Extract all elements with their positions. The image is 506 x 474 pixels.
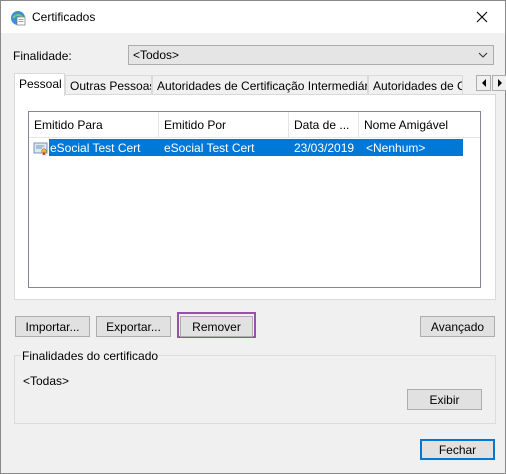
column-issued-to[interactable]: Emitido Para	[29, 112, 159, 137]
column-label: Emitido Por	[164, 118, 227, 132]
tab-root-cas[interactable]: Autoridades de Ce	[368, 75, 463, 94]
tab-scroll-right-button[interactable]	[492, 75, 506, 91]
column-friendly-name[interactable]: Nome Amigável	[359, 112, 479, 137]
tab-label: Autoridades de Ce	[373, 79, 463, 93]
tab-label: Autoridades de Certificação Intermediári…	[157, 79, 368, 93]
tab-scroll-left-button[interactable]	[476, 75, 491, 91]
arrow-left-icon	[481, 79, 486, 87]
table-row[interactable]: eSocial Test Cert eSocial Test Cert 23/0…	[31, 139, 478, 156]
certificate-icon	[33, 142, 48, 156]
cell-friendly-name: <Nenhum>	[359, 139, 463, 156]
advanced-button[interactable]: Avançado	[420, 316, 495, 337]
chevron-down-icon	[478, 52, 488, 58]
close-button[interactable]: Fechar	[420, 439, 495, 460]
purpose-select[interactable]: <Todos>	[128, 45, 494, 65]
remove-button[interactable]: Remover	[180, 316, 253, 337]
title-bar[interactable]: Certificados	[1, 1, 505, 33]
cell-issued-by: eSocial Test Cert	[159, 139, 289, 156]
certificate-list[interactable]: Emitido Para Emitido Por Data de ... Nom…	[28, 111, 481, 288]
column-label: Nome Amigável	[364, 118, 449, 132]
import-button[interactable]: Importar...	[15, 316, 90, 337]
certificates-window: Certificados Finalidade: <Todos> Pessoal…	[0, 0, 506, 474]
column-issued-by[interactable]: Emitido Por	[159, 112, 289, 137]
cell-issued-to: eSocial Test Cert	[49, 139, 159, 156]
export-button[interactable]: Exportar...	[96, 316, 171, 337]
tab-other-people[interactable]: Outras Pessoas	[65, 75, 152, 94]
arrow-right-icon	[497, 79, 502, 87]
tab-personal[interactable]: Pessoal	[14, 73, 65, 96]
close-icon	[476, 11, 488, 23]
certificate-app-icon	[11, 11, 26, 26]
purpose-selected-value: <Todos>	[133, 48, 180, 62]
purpose-label: Finalidade:	[13, 49, 72, 63]
purposes-value: <Todas>	[23, 374, 70, 388]
column-label: Data de ...	[294, 118, 350, 132]
tab-intermediate-cas[interactable]: Autoridades de Certificação Intermediári…	[152, 75, 368, 94]
cell-expiration-date: 23/03/2019	[289, 139, 359, 156]
column-expiration-date[interactable]: Data de ...	[289, 112, 359, 137]
column-label: Emitido Para	[34, 118, 103, 132]
window-title: Certificados	[32, 10, 96, 24]
list-header: Emitido Para Emitido Por Data de ... Nom…	[29, 112, 480, 138]
group-title: Finalidades do certificado	[21, 349, 160, 363]
tab-scroll-buttons	[476, 75, 506, 91]
view-button[interactable]: Exibir	[407, 389, 482, 410]
tab-label: Outras Pessoas	[70, 79, 152, 93]
tab-panel: Emitido Para Emitido Por Data de ... Nom…	[14, 94, 496, 300]
close-window-button[interactable]	[459, 1, 505, 33]
tab-label: Pessoal	[19, 77, 62, 91]
tab-strip: Pessoal Outras Pessoas Autoridades de Ce…	[14, 73, 506, 96]
